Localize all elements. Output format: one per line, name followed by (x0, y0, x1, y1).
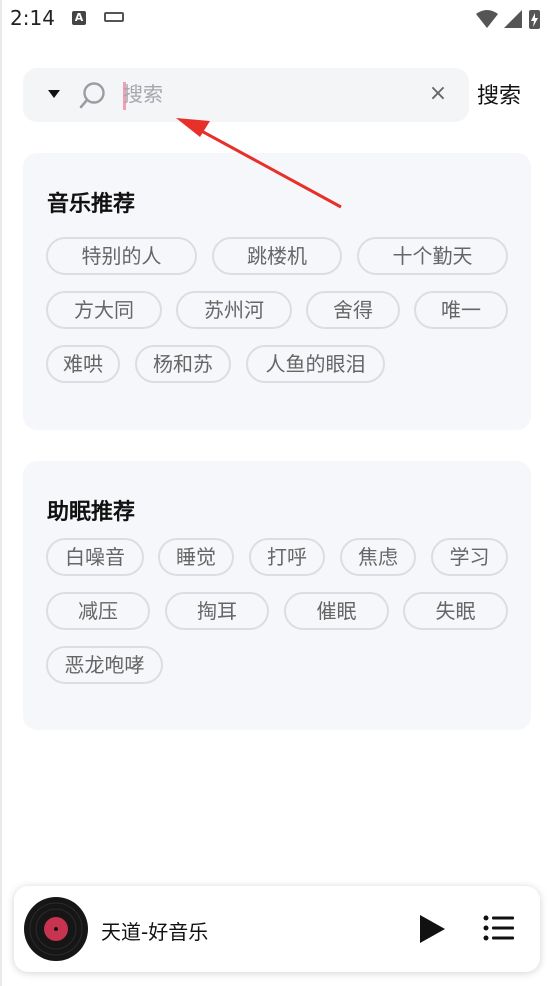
notification-a-icon: A (72, 11, 86, 25)
left-edge-divider (0, 0, 2, 986)
music-tag[interactable]: 杨和苏 (135, 345, 231, 383)
sleep-tag[interactable]: 恶龙咆哮 (46, 646, 163, 684)
music-tag[interactable]: 十个勤天 (357, 237, 508, 275)
song-title: 天道-好音乐 (101, 920, 209, 944)
sleep-recommend-title: 助眠推荐 (47, 500, 136, 525)
music-recommend-card: 音乐推荐 特别的人 跳楼机 十个勤天 方大同 苏州河 舍得 唯一 难哄 杨和苏 … (23, 153, 531, 430)
sleep-tag[interactable]: 白噪音 (46, 538, 144, 576)
music-tag[interactable]: 方大同 (46, 291, 162, 329)
music-tag[interactable]: 人鱼的眼泪 (246, 345, 385, 383)
sleep-recommend-card: 助眠推荐 白噪音 睡觉 打呼 焦虑 学习 减压 掏耳 催眠 失眠 恶龙咆哮 (23, 461, 531, 730)
sleep-tag[interactable]: 催眠 (284, 592, 389, 630)
music-recommend-title: 音乐推荐 (47, 192, 136, 217)
status-time: 2:14 (10, 6, 55, 30)
sleep-tag[interactable]: 学习 (431, 538, 508, 576)
music-tag[interactable]: 舍得 (306, 291, 400, 329)
clear-icon[interactable]: × (425, 81, 451, 107)
search-bar: × (23, 68, 469, 122)
mini-player[interactable]: 天道-好音乐 (14, 886, 540, 972)
status-bar: 2:14 A (0, 0, 554, 38)
sleep-tag[interactable]: 睡觉 (158, 538, 234, 576)
status-indicators (476, 10, 540, 29)
music-tag[interactable]: 难哄 (46, 345, 120, 383)
dropdown-icon[interactable] (48, 90, 60, 98)
music-tag[interactable]: 苏州河 (176, 291, 292, 329)
search-icon (79, 82, 105, 109)
playlist-icon[interactable] (482, 912, 516, 944)
music-tag[interactable]: 唯一 (414, 291, 508, 329)
search-button[interactable]: 搜索 (477, 78, 521, 110)
wifi-icon (476, 10, 498, 28)
music-tag[interactable]: 跳楼机 (212, 237, 342, 275)
sleep-tag[interactable]: 减压 (46, 592, 150, 630)
search-input[interactable] (123, 78, 423, 112)
album-disc[interactable] (24, 897, 88, 961)
signal-icon (504, 10, 522, 28)
music-tag[interactable]: 特别的人 (46, 237, 197, 275)
sleep-tag[interactable]: 打呼 (249, 538, 325, 576)
sleep-tag[interactable]: 掏耳 (165, 592, 269, 630)
keyboard-icon (104, 12, 124, 22)
play-icon[interactable] (417, 913, 447, 945)
sleep-tag[interactable]: 焦虑 (340, 538, 416, 576)
sleep-tag[interactable]: 失眠 (403, 592, 508, 630)
